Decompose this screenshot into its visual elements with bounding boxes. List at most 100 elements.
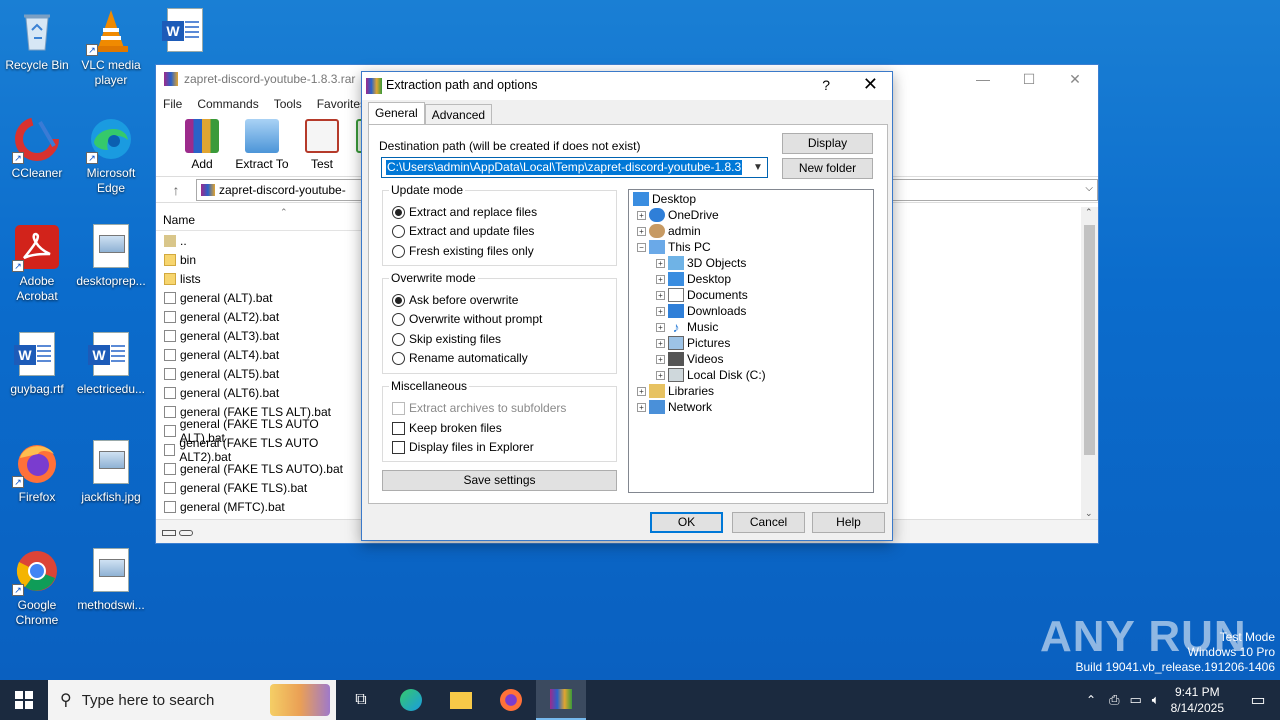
radio-extract-replace[interactable]: Extract and replace files <box>392 205 537 219</box>
tree-node-downloads[interactable]: + Downloads <box>656 303 746 319</box>
desktop-icon-edge[interactable]: ↗ Microsoft Edge <box>74 116 148 196</box>
column-header-name[interactable]: Name ⌃ <box>156 207 361 231</box>
list-item[interactable]: bin <box>156 250 361 269</box>
desktop-icon-jackfish[interactable]: jackfish.jpg <box>74 440 148 505</box>
desktop-icon-vlc[interactable]: ↗ VLC media player <box>74 8 148 88</box>
chevron-up-icon[interactable]: ⌃ <box>1086 693 1096 707</box>
chevron-down-icon[interactable]: ▼ <box>749 158 767 177</box>
toolbar-add-button[interactable]: Add <box>172 115 232 176</box>
list-item[interactable]: general (ALT).bat <box>156 288 361 307</box>
up-arrow-icon[interactable]: ↑ <box>156 182 196 198</box>
expand-icon[interactable]: + <box>637 386 646 396</box>
save-settings-button[interactable]: Save settings <box>382 470 617 491</box>
tree-node-libraries[interactable]: + Libraries <box>637 383 714 399</box>
list-item[interactable]: general (FAKE TLS AUTO).bat <box>156 459 361 478</box>
radio-overwrite-without-prompt[interactable]: Overwrite without prompt <box>392 312 542 326</box>
radio-button[interactable] <box>392 312 405 326</box>
radio-button[interactable] <box>392 332 405 346</box>
list-item[interactable]: general (ALT2).bat <box>156 307 361 326</box>
network-status-icon[interactable]: ⎙ <box>1109 692 1119 708</box>
toolbar-test-button[interactable]: Test <box>292 115 352 176</box>
tree-node-network[interactable]: + Network <box>637 399 712 415</box>
cancel-button[interactable]: Cancel <box>732 512 805 533</box>
expand-icon[interactable]: + <box>656 370 665 380</box>
radio-button[interactable] <box>392 244 405 258</box>
tree-node-pictures[interactable]: + Pictures <box>656 335 730 351</box>
maximize-button[interactable]: ☐ <box>1006 65 1052 93</box>
ok-button[interactable]: OK <box>650 512 723 533</box>
checkbox-keep-broken-files[interactable]: Keep broken files <box>392 421 502 435</box>
menu-tools[interactable]: Tools <box>274 97 302 111</box>
tree-node-this-pc[interactable]: − This PC <box>637 239 711 255</box>
help-icon[interactable]: ? <box>822 77 830 93</box>
desktop-icon-chrome[interactable]: ↗ Google Chrome <box>0 548 74 628</box>
expand-icon[interactable]: + <box>656 338 665 348</box>
vertical-scrollbar[interactable]: ⌃ ⌄ <box>1081 207 1098 519</box>
radio-skip-existing[interactable]: Skip existing files <box>392 332 501 346</box>
list-item[interactable]: general (MFTC).bat <box>156 497 361 516</box>
tree-node-desktop[interactable]: Desktop <box>633 191 696 207</box>
desktop-icon-recycle-bin[interactable]: Recycle Bin <box>0 8 74 73</box>
tree-node-onedrive[interactable]: + OneDrive <box>637 207 719 223</box>
expand-icon[interactable]: + <box>656 354 665 364</box>
new-folder-button[interactable]: New folder <box>782 158 873 179</box>
list-item[interactable]: general (ALT6).bat <box>156 383 361 402</box>
scroll-up-icon[interactable]: ⌃ <box>1085 207 1093 218</box>
expand-icon[interactable]: + <box>656 258 665 268</box>
expand-icon[interactable]: + <box>656 306 665 316</box>
radio-button[interactable] <box>392 205 405 219</box>
folder-tree[interactable]: Desktop + OneDrive + admin − This PC +3D Ob… <box>628 189 874 493</box>
list-item[interactable]: lists <box>156 269 361 288</box>
checkbox[interactable] <box>392 440 405 454</box>
checkbox-display-in-explorer[interactable]: Display files in Explorer <box>392 440 534 454</box>
menu-file[interactable]: File <box>163 97 182 111</box>
list-item[interactable]: general (FAKE TLS).bat <box>156 478 361 497</box>
radio-button[interactable] <box>392 351 405 365</box>
desktop-icon-methodswi[interactable]: methodswi... <box>74 548 148 613</box>
expand-icon[interactable]: + <box>637 210 646 220</box>
desktop-icon-firefox[interactable]: ↗ Firefox <box>0 440 74 505</box>
radio-button[interactable] <box>392 293 405 307</box>
desktop-icon-electricedu[interactable]: W electricedu... <box>74 332 148 397</box>
desktop-icon-acrobat[interactable]: ↗ Adobe Acrobat <box>0 224 74 304</box>
radio-fresh-existing[interactable]: Fresh existing files only <box>392 244 534 258</box>
expand-icon[interactable]: + <box>656 274 665 284</box>
menu-favorites[interactable]: Favorites <box>317 97 366 111</box>
task-view-button[interactable]: ⧉ <box>336 680 386 720</box>
radio-rename-automatically[interactable]: Rename automatically <box>392 351 528 365</box>
tree-node-local-disk[interactable]: + Local Disk (C:) <box>656 367 766 383</box>
scroll-down-icon[interactable]: ⌄ <box>1085 508 1093 519</box>
volume-icon[interactable]: 🔈︎ <box>1152 692 1160 708</box>
start-button[interactable] <box>0 680 48 720</box>
desktop-icon-ccleaner[interactable]: ↗ CCleaner <box>0 116 74 181</box>
tab-advanced[interactable]: Advanced <box>424 104 493 124</box>
expand-icon[interactable]: + <box>637 402 646 412</box>
expand-icon[interactable]: + <box>656 322 665 332</box>
collapse-icon[interactable]: − <box>637 242 646 252</box>
ethernet-icon[interactable]: ▭ <box>1130 692 1142 708</box>
taskbar-search-box[interactable]: ⚲ Type here to search <box>48 680 336 720</box>
list-item[interactable]: general (ALT5).bat <box>156 364 361 383</box>
list-item[interactable]: general (ALT3).bat <box>156 326 361 345</box>
close-icon[interactable]: ✕ <box>863 74 878 95</box>
expand-icon[interactable]: + <box>656 290 665 300</box>
radio-button[interactable] <box>392 224 405 238</box>
destination-path-combo[interactable]: C:\Users\admin\AppData\Local\Temp\zapret… <box>381 157 768 178</box>
checkbox[interactable] <box>392 421 405 435</box>
tab-general[interactable]: General <box>368 102 425 124</box>
expand-icon[interactable]: + <box>637 226 646 236</box>
desktop-icon-word-doc[interactable]: W <box>148 8 222 58</box>
dialog-titlebar[interactable]: Extraction path and options ? ✕ <box>362 72 892 100</box>
desktop-icon-desktoprep[interactable]: desktoprep... <box>74 224 148 289</box>
menu-commands[interactable]: Commands <box>197 97 258 111</box>
tree-node-pc-desktop[interactable]: + Desktop <box>656 271 731 287</box>
tree-node-videos[interactable]: + Videos <box>656 351 723 367</box>
radio-extract-update[interactable]: Extract and update files <box>392 224 534 238</box>
list-item[interactable]: .. <box>156 231 361 250</box>
tree-node-documents[interactable]: + Documents <box>656 287 748 303</box>
taskbar-firefox[interactable] <box>486 680 536 720</box>
desktop-icon-guybag[interactable]: W guybag.rtf <box>0 332 74 397</box>
tree-node-music[interactable]: + ♪ Music <box>656 319 718 335</box>
clock[interactable]: 9:41 PM 8/14/2025 <box>1171 684 1224 716</box>
radio-ask-before-overwrite[interactable]: Ask before overwrite <box>392 293 518 307</box>
